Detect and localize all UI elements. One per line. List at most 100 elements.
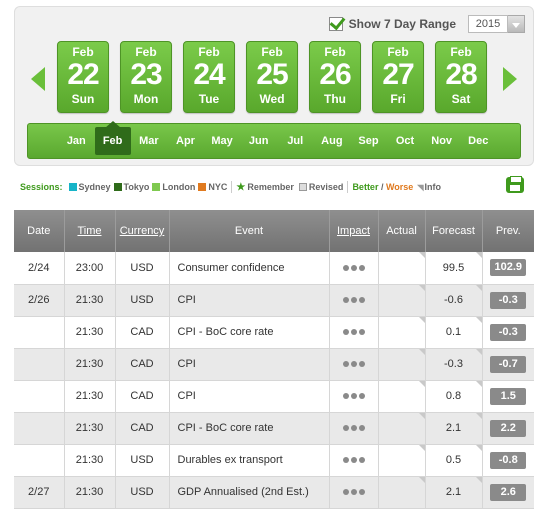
day-card[interactable]: Feb 23 Mon xyxy=(120,41,172,113)
print-icon[interactable] xyxy=(506,176,524,193)
table-row[interactable]: 2/27 21:30 USD GDP Annualised (2nd Est.) 2.1… xyxy=(14,476,534,509)
impact-dot-icon xyxy=(358,329,365,335)
session-label-tokyo[interactable]: Tokyo xyxy=(124,182,150,192)
month-tab-sep[interactable]: Sep xyxy=(350,135,387,147)
session-label-sydney[interactable]: Sydney xyxy=(79,182,111,192)
day-card[interactable]: Feb 28 Sat xyxy=(435,41,487,113)
day-card[interactable]: Feb 27 Fri xyxy=(372,41,424,113)
impact-dot-icon xyxy=(358,361,365,367)
header-impact-sort[interactable]: Impact xyxy=(329,210,379,252)
table-row[interactable]: 21:30 CAD CPI 0.8 1.5 xyxy=(14,380,534,413)
cell-date xyxy=(14,380,65,413)
show-7-day-label[interactable]: Show 7 Day Range xyxy=(349,17,456,31)
cell-event: Consumer confidence xyxy=(169,252,330,285)
session-label-nyc[interactable]: NYC xyxy=(208,182,227,192)
remember-label[interactable]: Remember xyxy=(247,182,294,192)
impact-dot-icon xyxy=(350,329,357,335)
table-row[interactable]: 2/24 23:00 USD Consumer confidence 99.5 102.9 xyxy=(14,252,534,285)
session-swatch xyxy=(113,183,122,191)
table-row[interactable]: 2/26 21:30 USD CPI -0.6 -0.3 xyxy=(14,284,534,317)
better-label: Better xyxy=(352,182,379,192)
day-card[interactable]: Feb 26 Thu xyxy=(309,41,361,113)
cell-actual xyxy=(378,412,426,445)
impact-dot-icon xyxy=(350,264,357,271)
month-tab-jan[interactable]: Jan xyxy=(58,135,95,147)
cell-time: 21:30 xyxy=(64,444,116,477)
day-card[interactable]: Feb 24 Tue xyxy=(183,41,235,113)
month-tab-apr[interactable]: Apr xyxy=(167,135,204,147)
impact-dot-icon xyxy=(358,393,365,399)
cell-prev: 1.5 xyxy=(482,380,534,413)
table-row[interactable]: 21:30 CAD CPI - BoC core rate 2.1 2.2 xyxy=(14,412,534,445)
cell-impact xyxy=(329,252,379,285)
month-tab-nov[interactable]: Nov xyxy=(423,135,460,147)
day-card[interactable]: Feb 22 Sun xyxy=(57,41,109,113)
table-row[interactable]: 21:30 CAD CPI - BoC core rate 0.1 -0.3 xyxy=(14,316,534,349)
month-tab-may[interactable]: May xyxy=(204,135,241,147)
cell-date xyxy=(14,348,65,381)
month-tab-oct[interactable]: Oct xyxy=(387,135,424,147)
cell-impact xyxy=(329,284,379,317)
day-card[interactable]: Feb 25 Wed xyxy=(246,41,298,113)
day-strip: Feb 22 Sun Feb 23 Mon Feb 24 Tue Feb 25 Wed Feb 26 Thu… xyxy=(57,41,487,113)
prev-value-badge: 2.6 xyxy=(490,483,527,501)
day-card-month: Feb xyxy=(72,45,94,59)
prev-week-arrow-icon[interactable] xyxy=(31,67,45,91)
info-label: Info xyxy=(424,182,441,192)
prev-value-badge: -0.7 xyxy=(490,355,527,373)
cell-prev: -0.7 xyxy=(482,348,534,381)
cell-impact xyxy=(329,412,379,445)
impact-dot-icon xyxy=(358,457,365,463)
cell-actual xyxy=(378,444,426,477)
cell-currency: USD xyxy=(115,252,170,285)
session-label-london[interactable]: London xyxy=(162,182,195,192)
cell-impact xyxy=(329,316,379,349)
impact-dot-icon xyxy=(342,361,349,367)
impact-dot-icon xyxy=(350,297,357,303)
month-tab-aug[interactable]: Aug xyxy=(314,135,351,147)
cell-currency: USD xyxy=(115,444,170,477)
session-swatch xyxy=(152,183,161,191)
month-tab-mar[interactable]: Mar xyxy=(131,135,168,147)
year-value[interactable]: 2015 xyxy=(468,15,508,33)
revised-icon xyxy=(298,183,307,191)
header-date: Date xyxy=(14,210,65,252)
day-card-weekday: Sat xyxy=(451,92,471,106)
impact-dot-icon xyxy=(358,425,365,431)
header-event: Event xyxy=(169,210,330,252)
month-tab-jun[interactable]: Jun xyxy=(240,135,277,147)
day-card-day: 24 xyxy=(193,58,225,91)
cell-currency: USD xyxy=(115,476,170,509)
info-corner-icon: ◥ xyxy=(417,182,424,192)
header-actual: Actual xyxy=(378,210,426,252)
cell-time: 21:30 xyxy=(64,476,116,509)
cell-date xyxy=(14,316,65,349)
header-forecast: Forecast xyxy=(425,210,483,252)
impact-dot-icon xyxy=(350,489,357,495)
table-row[interactable]: 21:30 USD Durables ex transport 0.5 -0.8 xyxy=(14,444,534,477)
show-7-day-checkbox[interactable] xyxy=(328,17,343,31)
prev-value-badge: -0.3 xyxy=(490,291,527,309)
cell-event: CPI - BoC core rate xyxy=(169,316,330,349)
cell-date xyxy=(14,412,65,445)
month-tab-jul[interactable]: Jul xyxy=(277,135,314,147)
next-week-arrow-icon[interactable] xyxy=(503,67,517,91)
month-tab-feb[interactable]: Feb xyxy=(94,121,131,155)
table-row[interactable]: 21:30 CAD CPI -0.3 -0.7 xyxy=(14,348,534,381)
year-select[interactable]: 2015 xyxy=(468,15,525,33)
month-tab-dec[interactable]: Dec xyxy=(460,135,497,147)
impact-dot-icon xyxy=(350,361,357,367)
impact-dot-icon xyxy=(350,393,357,399)
table-body: 2/24 23:00 USD Consumer confidence 99.5 102.9… xyxy=(14,252,534,509)
header-currency-sort[interactable]: Currency xyxy=(115,210,170,252)
prev-value-badge: 2.2 xyxy=(490,419,527,437)
impact-dot-icon xyxy=(358,489,365,495)
chevron-down-icon[interactable] xyxy=(508,15,525,33)
header-time-sort[interactable]: Time xyxy=(64,210,116,252)
impact-dot-icon xyxy=(342,457,349,463)
cell-time: 21:30 xyxy=(64,380,116,413)
session-swatch xyxy=(68,183,77,191)
impact-dot-icon xyxy=(350,425,357,431)
better-worse-separator: / xyxy=(378,182,386,192)
day-card-weekday: Tue xyxy=(198,92,220,106)
